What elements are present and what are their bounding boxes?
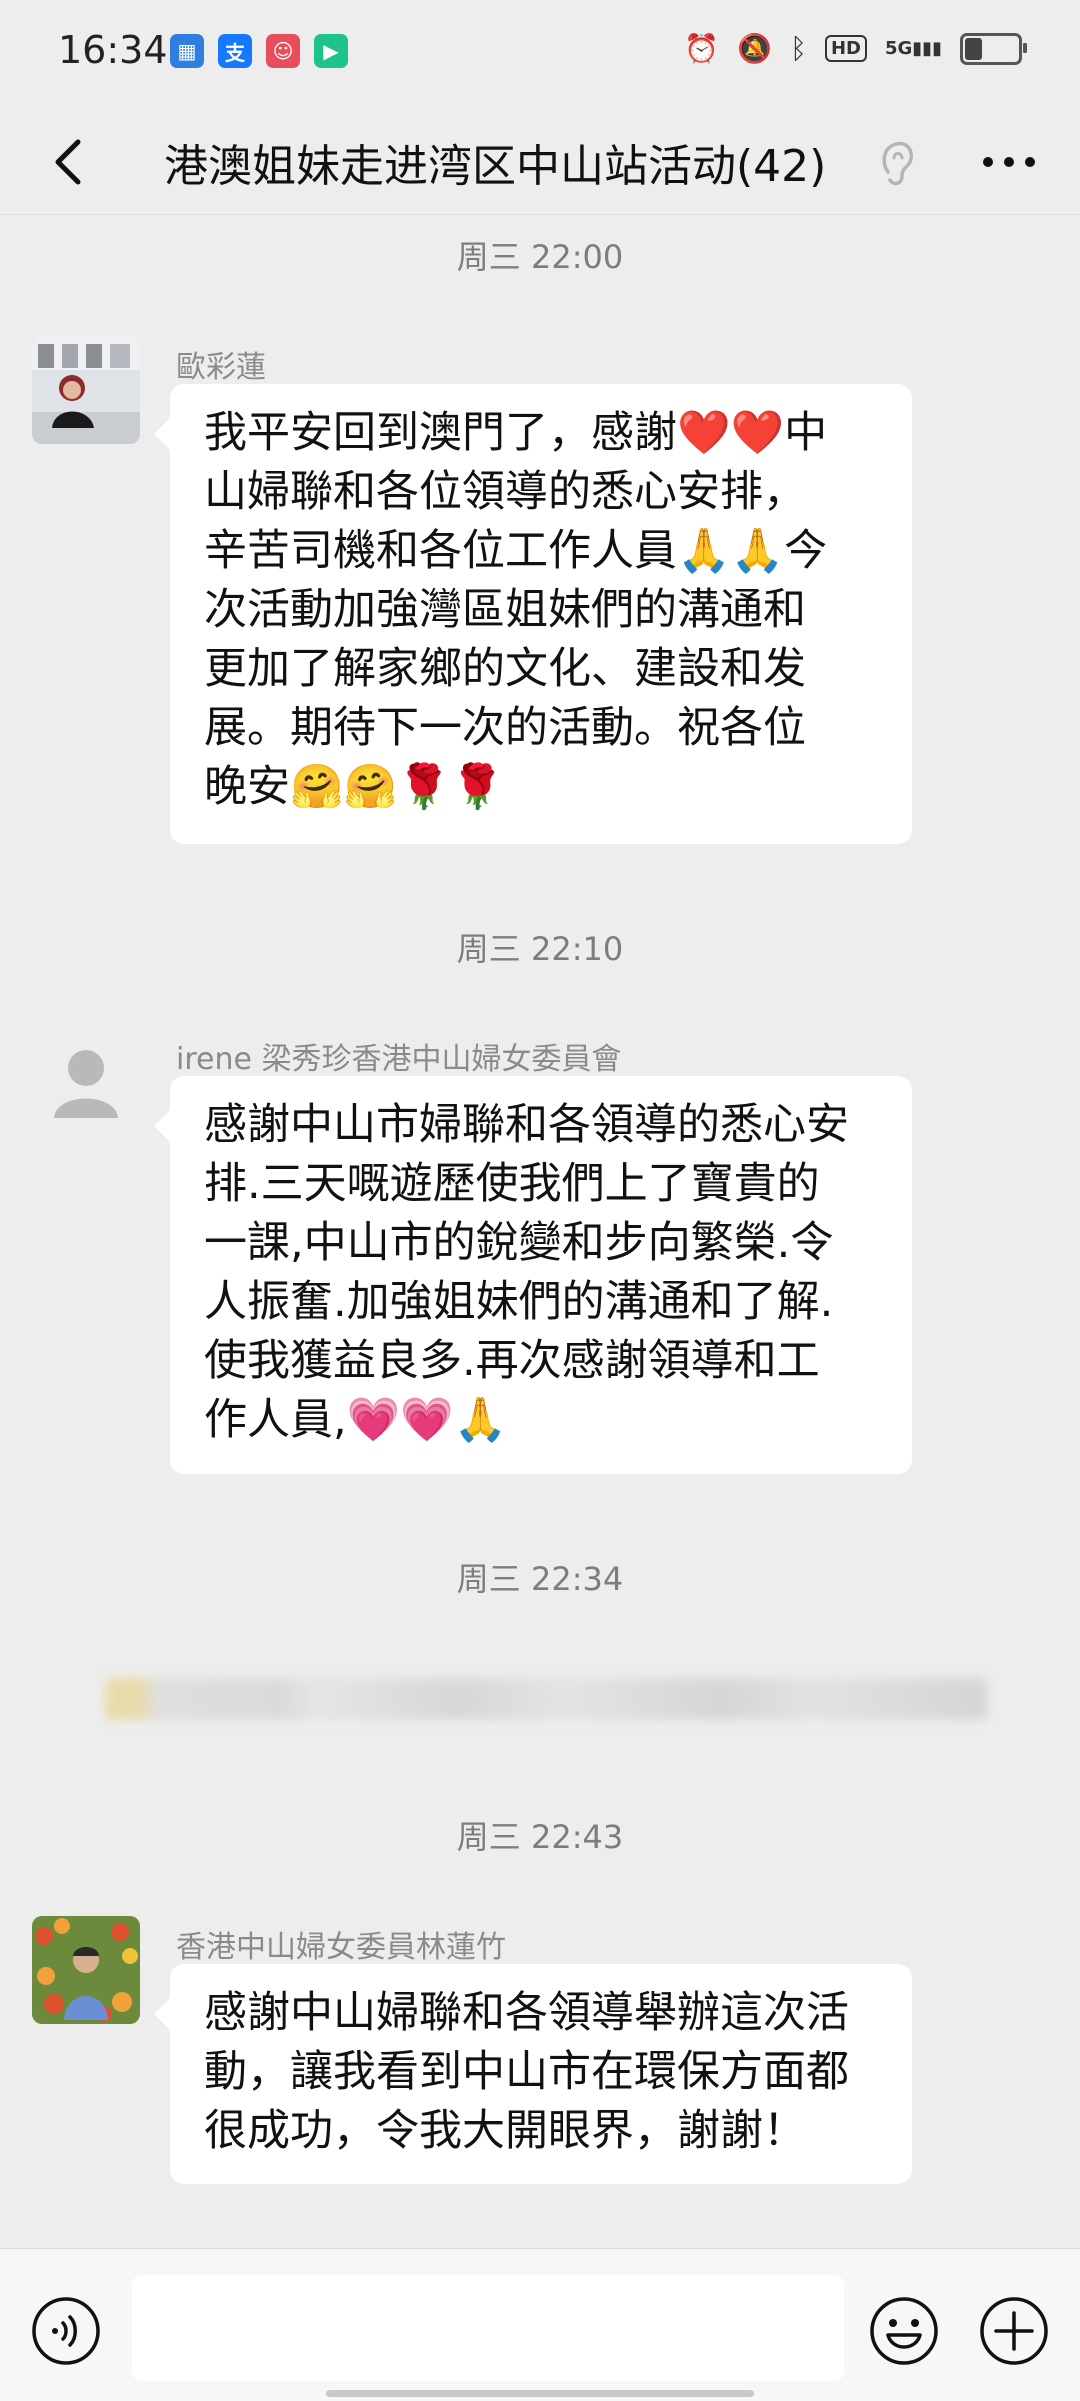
message-bubble[interactable]: 我平安回到澳門了，感謝❤️❤️中 山婦聯和各位領導的悉心安排， 辛苦司機和各位工… — [154, 384, 912, 844]
emoji-icon[interactable] — [868, 2295, 940, 2367]
sender-avatar[interactable] — [32, 336, 140, 444]
message-line: 作人員,💗💗🙏 — [204, 1395, 508, 1445]
message-line: 山婦聯和各位領導的悉心安排， — [204, 467, 806, 517]
message-timestamp: 周三 22:00 — [456, 238, 624, 276]
alarm-icon: ⏰ — [684, 32, 720, 65]
back-arrow-icon[interactable] — [38, 128, 106, 196]
sender-avatar[interactable] — [32, 1028, 140, 1136]
message-line: 晚安🤗🤗🌹🌹 — [204, 762, 505, 812]
alipay-icon: 支 — [218, 34, 252, 68]
message-line: 使我獲益良多.再次感謝領導和工 — [204, 1336, 820, 1386]
battery-icon — [960, 32, 1027, 65]
mute-icon: 🔕 — [737, 32, 773, 65]
message-line: 辛苦司機和各位工作人員🙏🙏今 — [204, 526, 828, 576]
message-line: 一課,中山市的銳變和步向繁榮.令 — [204, 1218, 834, 1268]
message-line: 我平安回到澳門了，感謝❤️❤️中 — [204, 408, 828, 458]
message-timestamp: 周三 22:10 — [456, 930, 624, 968]
blurred-system-message — [105, 1678, 987, 1720]
message-line: 感謝中山市婦聯和各領導的悉心安 — [204, 1100, 849, 1150]
grid-app-icon: ▦ — [170, 34, 204, 68]
message-line: 很成功，令我大開眼界，謝謝！ — [204, 2106, 806, 2156]
message-input[interactable] — [132, 2275, 844, 2381]
sender-name: irene 梁秀珍香港中山婦女委員會 — [176, 1042, 622, 1077]
sender-avatar[interactable] — [32, 1916, 140, 2024]
message-line: 更加了解家鄉的文化、建設和发 — [204, 644, 806, 694]
voice-input-icon[interactable] — [30, 2295, 102, 2367]
status-app-icons: ▦ 支 ☺ ▶ — [170, 34, 348, 68]
message-bubble[interactable]: 感謝中山市婦聯和各領導的悉心安 排.三天嘅遊歷使我們上了寶貴的 一課,中山市的銳… — [154, 1076, 912, 1474]
message-line: 動，讓我看到中山市在環保方面都 — [204, 2047, 849, 2097]
home-indicator[interactable] — [326, 2390, 754, 2397]
mascot-app-icon: ☺ — [266, 34, 300, 68]
plus-more-icon[interactable] — [978, 2295, 1050, 2367]
message-line: 感謝中山婦聯和各領導舉辦這次活 — [204, 1988, 849, 2038]
message-timestamp: 周三 22:43 — [456, 1818, 624, 1856]
chat-header: 港澳姐妹走进湾区中山站活动(42) — [0, 110, 1080, 215]
message-line: 展。期待下一次的活動。祝各位 — [204, 703, 806, 753]
signal-5g-icon: 5G▮▮▮ — [884, 37, 942, 59]
message-line: 排.三天嘅遊歷使我們上了寶貴的 — [204, 1159, 820, 1209]
hd-badge: HD — [824, 35, 867, 62]
video-app-icon: ▶ — [314, 34, 348, 68]
message-timestamp: 周三 22:34 — [456, 1560, 624, 1598]
message-line: 次活動加強灣區姐妹們的溝通和 — [204, 585, 806, 635]
ear-mute-icon — [882, 141, 913, 186]
bluetooth-icon: ᛒ — [790, 32, 807, 65]
status-bar: 16:34 ▦ 支 ☺ ▶ ⏰ 🔕 ᛒ HD 5G▮▮▮ — [0, 0, 1080, 110]
more-options-icon[interactable] — [974, 130, 1044, 194]
message-line: 人振奮.加強姐妹們的溝通和了解. — [204, 1277, 834, 1327]
sender-name: 歐彩蓮 — [176, 350, 266, 385]
status-time: 16:34 — [58, 28, 168, 72]
sender-name: 香港中山婦女委員林蓮竹 — [176, 1930, 506, 1965]
status-indicators: ⏰ 🔕 ᛒ HD 5G▮▮▮ — [684, 32, 1027, 65]
chat-title: 港澳姐妹走进湾区中山站活动(42) — [164, 141, 827, 192]
chat-input-bar — [0, 2248, 1080, 2401]
message-bubble[interactable]: 感謝中山婦聯和各領導舉辦這次活 動，讓我看到中山市在環保方面都 很成功，令我大開… — [154, 1964, 912, 2184]
